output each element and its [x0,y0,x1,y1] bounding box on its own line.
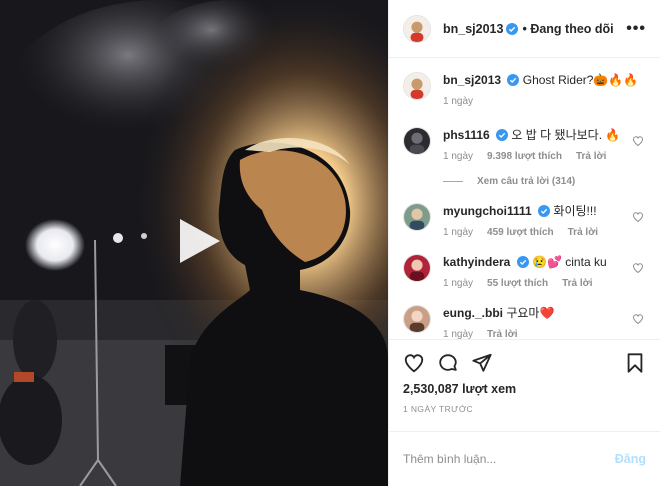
bookmark-icon[interactable] [624,352,646,374]
comment-likes[interactable]: 9.398 lượt thích [487,151,562,162]
comment-item: eung._.bbi 구요마❤️ 1 ngày Trả lời [403,305,646,339]
comment-username[interactable]: kathyindera [443,255,510,269]
post-header: bn_sj2013 • Đang theo dõi ••• [389,0,660,58]
caption-username[interactable]: bn_sj2013 [443,73,501,87]
comment-likes[interactable]: 55 lượt thích [487,278,548,289]
header-username[interactable]: bn_sj2013 [443,22,503,36]
avatar[interactable] [403,14,431,43]
reply-button[interactable]: Trả lời [576,151,606,162]
avatar[interactable] [403,203,431,231]
divider-line [443,181,463,182]
avatar[interactable] [403,72,431,100]
comment-time[interactable]: 1 ngày [443,151,473,162]
post-comment-button[interactable]: Đăng [615,452,646,466]
avatar[interactable] [403,254,431,282]
reply-button[interactable]: Trả lời [562,278,592,289]
add-comment-bar: Đăng [389,431,660,486]
comments-list: bn_sj2013 Ghost Rider?🎃🔥🔥 1 ngày phs1116 [389,58,660,339]
comment-username[interactable]: phs1116 [443,128,490,142]
share-send-icon[interactable] [471,352,493,374]
like-heart-icon[interactable] [632,211,644,223]
reply-button[interactable]: Trả lời [487,329,517,339]
comment-time[interactable]: 1 ngày [443,278,473,289]
reply-button[interactable]: Trả lời [568,227,598,238]
post-timestamp[interactable]: 1 NGÀY TRƯỚC [403,404,646,414]
view-count[interactable]: 2,530,087 lượt xem [403,382,646,396]
instagram-post-view: bn_sj2013 • Đang theo dõi ••• bn_sj2013 … [0,0,660,486]
view-replies-label: Xem câu trả lời (314) [477,176,576,187]
video-player[interactable] [0,0,388,486]
comment-text: 구요마❤️ [506,306,555,320]
play-icon[interactable] [172,215,224,267]
caption: bn_sj2013 Ghost Rider?🎃🔥🔥 1 ngày [403,72,646,107]
view-replies-link[interactable]: Xem câu trả lời (314) [443,176,646,187]
verified-badge-icon [516,256,529,268]
comment-username[interactable]: myungchoi1111 [443,204,532,218]
post-actions: 2,530,087 lượt xem 1 NGÀY TRƯỚC [389,339,660,431]
like-heart-icon[interactable] [632,313,644,325]
caption-time[interactable]: 1 ngày [443,96,473,107]
comment-time[interactable]: 1 ngày [443,227,473,238]
comment-text: 화이팅!!! [553,204,597,218]
avatar[interactable] [403,305,431,333]
verified-badge-icon [496,129,509,141]
comment-input[interactable] [403,452,615,466]
comment-text: 오 밥 다 됐나보다. 🔥 [511,128,621,142]
comment-bubble-icon[interactable] [437,352,459,374]
post-side-panel: bn_sj2013 • Đang theo dõi ••• bn_sj2013 … [388,0,660,486]
like-heart-icon[interactable] [632,262,644,274]
verified-badge-icon [507,74,520,86]
verified-badge-icon [506,22,519,35]
like-heart-icon[interactable] [632,135,644,147]
caption-text: Ghost Rider?🎃🔥🔥 [522,73,639,87]
comment-likes[interactable]: 459 lượt thích [487,227,554,238]
like-heart-icon[interactable] [403,352,425,374]
following-button[interactable]: • Đang theo dõi [522,22,613,36]
avatar[interactable] [403,127,431,155]
more-dots-icon[interactable]: ••• [626,20,646,38]
comment-item: myungchoi1111 화이팅!!! 1 ngày 459 lượt thí… [403,203,646,238]
comment-username[interactable]: eung._.bbi [443,306,503,320]
verified-badge-icon [538,205,551,217]
comment-text: 😢💕 cinta ku [532,255,607,269]
comment-time[interactable]: 1 ngày [443,329,473,339]
comment-item: kathyindera 😢💕 cinta ku 1 ngày 55 lượt t… [403,254,646,289]
comment-item: phs1116 오 밥 다 됐나보다. 🔥 1 ngày 9.398 lượt … [403,127,646,162]
